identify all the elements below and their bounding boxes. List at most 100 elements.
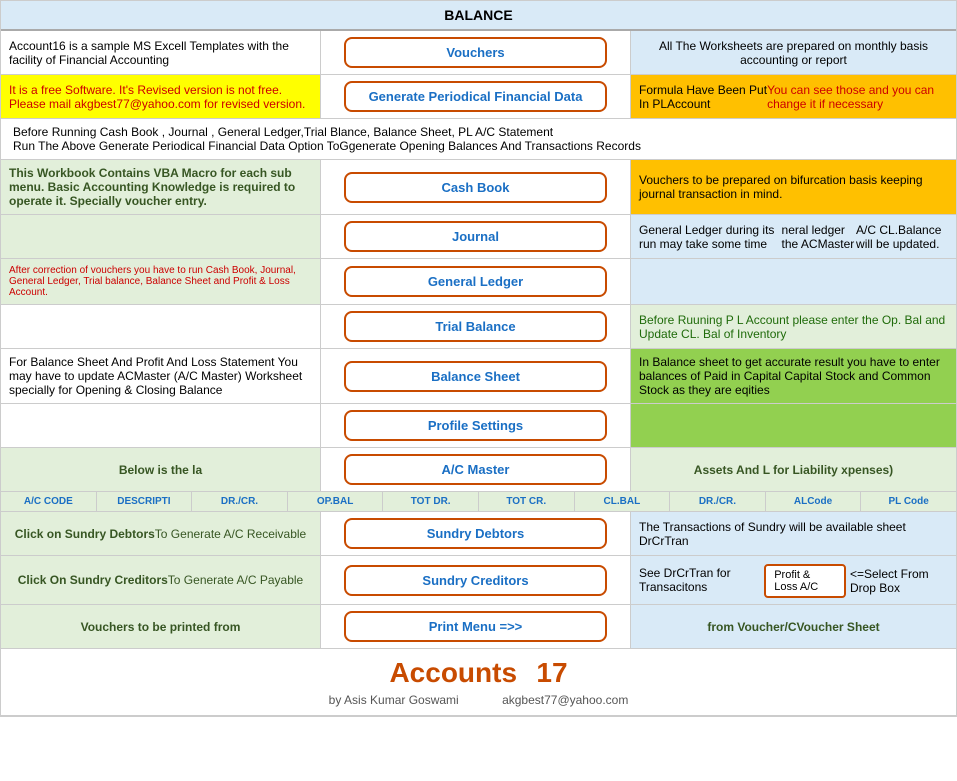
cell-print-menu-btn: Print Menu =>>: [321, 605, 631, 648]
balance-sheet-button[interactable]: Balance Sheet: [344, 361, 608, 392]
cell-gl-right: [631, 259, 956, 304]
row-profile-settings: Profile Settings: [1, 404, 956, 448]
col-drcr2: DR./CR.: [670, 492, 766, 511]
row-journal: Journal General Ledger during its run ma…: [1, 215, 956, 259]
free-software-text: It is a free Software. It's Revised vers…: [9, 83, 312, 111]
footer-number: 17: [536, 657, 567, 688]
cell-ps-left: [1, 404, 321, 447]
cell-acmaster-right: Assets And L for Liability xpenses): [631, 448, 956, 491]
cell-formula-info: Formula Have Been Put In PLAccount You c…: [631, 75, 956, 118]
cell-sundry-creditors-right: See DrCrTran for Transacitons Profit & L…: [631, 556, 956, 604]
row-sundry-debtors: Click on Sundry Debtors To Generate A/C …: [1, 512, 956, 556]
col-totcr: TOT CR.: [479, 492, 575, 511]
cell-journal-right: General Ledger during its run may take s…: [631, 215, 956, 258]
cell-acmaster-left: Below is the la: [1, 448, 321, 491]
footer-author: by Asis Kumar Goswami: [329, 693, 459, 707]
row-general-ledger: After correction of vouchers you have to…: [1, 259, 956, 305]
cell-sundry-debtors-left: Click on Sundry Debtors To Generate A/C …: [1, 512, 321, 555]
row-vouchers: Account16 is a sample MS Excell Template…: [1, 31, 956, 75]
gl-left-text: After correction of vouchers you have to…: [9, 265, 312, 298]
trial-balance-button[interactable]: Trial Balance: [344, 311, 608, 342]
cell-print-menu-left: Vouchers to be printed from: [1, 605, 321, 648]
worksheets-text: All The Worksheets are prepared on month…: [639, 39, 948, 67]
before-running-line2: Run The Above Generate Periodical Financ…: [13, 139, 641, 153]
cell-account16-info: Account16 is a sample MS Excell Template…: [1, 31, 321, 74]
cell-tb-right: Before Ruuning P L Account please enter …: [631, 305, 956, 348]
general-ledger-button[interactable]: General Ledger: [344, 266, 608, 297]
cell-gl-btn: General Ledger: [321, 259, 631, 304]
print-menu-right-text: from Voucher/CVoucher Sheet: [707, 620, 879, 634]
sundry-creditors-button[interactable]: Sundry Creditors: [344, 565, 608, 596]
profile-settings-button[interactable]: Profile Settings: [344, 410, 608, 441]
cashbook-left-text: This Workbook Contains VBA Macro for eac…: [9, 166, 312, 208]
cell-bs-btn: Balance Sheet: [321, 349, 631, 403]
cell-journal-left: [1, 215, 321, 258]
cell-cashbook-btn: Cash Book: [321, 160, 631, 214]
sundry-creditors-left-line1: Click On Sundry Creditors: [18, 573, 168, 587]
col-alcode: ALCode: [766, 492, 862, 511]
row-acmaster-label: Below is the la A/C Master Assets And L …: [1, 448, 956, 492]
bs-right-text: In Balance sheet to get accurate result …: [639, 355, 948, 397]
cell-sundry-creditors-left: Click On Sundry Creditors To Generate A/…: [1, 556, 321, 604]
vouchers-button[interactable]: Vouchers: [344, 37, 608, 68]
col-opbal: OP.BAL: [288, 492, 384, 511]
formula-line1: Formula Have Been Put In PLAccount: [639, 83, 767, 111]
header-row: BALANCE: [1, 1, 956, 31]
print-menu-button[interactable]: Print Menu =>>: [344, 611, 608, 642]
before-running-text: Before Running Cash Book , Journal , Gen…: [1, 119, 956, 159]
cell-bs-left: For Balance Sheet And Profit And Loss St…: [1, 349, 321, 403]
row-balance-sheet: For Balance Sheet And Profit And Loss St…: [1, 349, 956, 404]
cell-sundry-debtors-right: The Transactions of Sundry will be avail…: [631, 512, 956, 555]
bs-left-text: For Balance Sheet And Profit And Loss St…: [9, 355, 312, 397]
acmaster-right-text: Assets And L for Liability xpenses): [694, 463, 893, 477]
cell-cashbook-right: Vouchers to be prepared on bifurcation b…: [631, 160, 956, 214]
sundry-creditors-right-line1: See DrCrTran for Transacitons: [639, 566, 764, 594]
cell-ps-btn: Profile Settings: [321, 404, 631, 447]
cell-tb-left: [1, 305, 321, 348]
sundry-debtors-left-line1: Click on Sundry Debtors: [15, 527, 155, 541]
acmaster-button[interactable]: A/C Master: [344, 454, 608, 485]
journal-button[interactable]: Journal: [344, 221, 608, 252]
col-drcr: DR./CR.: [192, 492, 288, 511]
row-generate-periodical: It is a free Software. It's Revised vers…: [1, 75, 956, 119]
journal-right-line1: General Ledger during its run may take s…: [639, 223, 782, 251]
footer: Accounts 17 by Asis Kumar Goswami akgbes…: [1, 649, 956, 716]
cell-acmaster-btn: A/C Master: [321, 448, 631, 491]
sundry-debtors-left-line2: To Generate A/C Receivable: [155, 527, 306, 541]
cell-sundry-creditors-btn: Sundry Creditors: [321, 556, 631, 604]
col-descripti: DESCRIPTI: [97, 492, 193, 511]
cell-worksheets-info: All The Worksheets are prepared on month…: [631, 31, 956, 74]
cell-generate-btn: Generate Periodical Financial Data: [321, 75, 631, 118]
sundry-debtors-button[interactable]: Sundry Debtors: [344, 518, 608, 549]
generate-periodical-button[interactable]: Generate Periodical Financial Data: [344, 81, 608, 112]
cashbook-right-text: Vouchers to be prepared on bifurcation b…: [639, 173, 948, 201]
before-running-line1: Before Running Cash Book , Journal , Gen…: [13, 125, 553, 139]
acmaster-cols-header: A/C CODE DESCRIPTI DR./CR. OP.BAL TOT DR…: [1, 492, 956, 512]
cell-vouchers-btn: Vouchers: [321, 31, 631, 74]
row-before-running: Before Running Cash Book , Journal , Gen…: [1, 119, 956, 160]
cell-journal-btn: Journal: [321, 215, 631, 258]
cell-ps-right: [631, 404, 956, 447]
cell-sundry-debtors-btn: Sundry Debtors: [321, 512, 631, 555]
cell-tb-btn: Trial Balance: [321, 305, 631, 348]
col-plcode: PL Code: [861, 492, 956, 511]
cashbook-button[interactable]: Cash Book: [344, 172, 608, 203]
footer-email: akgbest77@yahoo.com: [502, 693, 628, 707]
tb-right-text: Before Ruuning P L Account please enter …: [639, 313, 948, 341]
print-menu-left-text: Vouchers to be printed from: [81, 620, 241, 634]
cell-print-menu-right: from Voucher/CVoucher Sheet: [631, 605, 956, 648]
account16-text: Account16 is a sample MS Excell Template…: [9, 39, 312, 67]
cell-cashbook-left: This Workbook Contains VBA Macro for eac…: [1, 160, 321, 214]
journal-right-line2: neral ledger the ACMaster: [782, 223, 856, 251]
row-trial-balance: Trial Balance Before Ruuning P L Account…: [1, 305, 956, 349]
col-accode: A/C CODE: [1, 492, 97, 511]
profit-loss-box[interactable]: Profit & Loss A/C: [764, 564, 846, 598]
row-print-menu: Vouchers to be printed from Print Menu =…: [1, 605, 956, 649]
sundry-creditors-left-line2: To Generate A/C Payable: [168, 573, 303, 587]
col-totdr: TOT DR.: [383, 492, 479, 511]
sundry-creditors-dropdown-label: <=Select From Drop Box: [850, 567, 948, 595]
row-cashbook: This Workbook Contains VBA Macro for eac…: [1, 160, 956, 215]
col-clbal: CL.BAL: [575, 492, 671, 511]
journal-right-line3: A/C CL.Balance will be updated.: [856, 223, 948, 251]
formula-line2: You can see those and you can change it …: [767, 83, 948, 111]
